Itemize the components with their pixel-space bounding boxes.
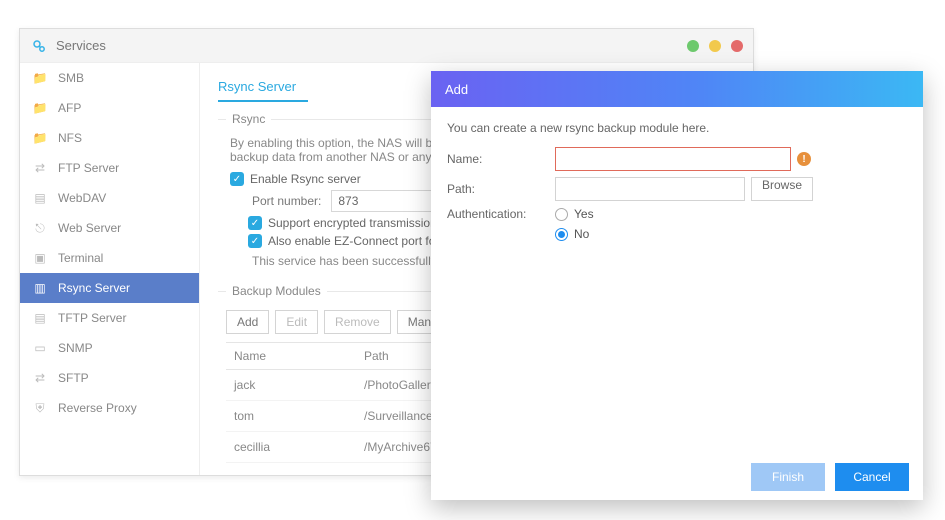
- close-button[interactable]: [731, 40, 743, 52]
- drive-icon: ▤: [30, 190, 50, 206]
- sidebar-item-snmp[interactable]: ▭ SNMP: [20, 333, 199, 363]
- sidebar-item-sftp[interactable]: ⇄ SFTP: [20, 363, 199, 393]
- web-icon: ⎋: [30, 220, 50, 236]
- modules-legend: Backup Modules: [226, 284, 327, 298]
- minimize-button[interactable]: [687, 40, 699, 52]
- add-button[interactable]: Add: [226, 310, 269, 334]
- name-input[interactable]: [555, 147, 791, 171]
- radio-icon: [555, 208, 568, 221]
- sidebar-item-label: SNMP: [58, 341, 93, 355]
- titlebar: Services: [20, 29, 753, 63]
- sidebar-item-terminal[interactable]: ▣ Terminal: [20, 243, 199, 273]
- radio-icon: [555, 228, 568, 241]
- browse-button[interactable]: Browse: [751, 177, 813, 201]
- enable-rsync-checkbox[interactable]: ✓: [230, 172, 244, 186]
- auth-no-label: No: [574, 227, 589, 241]
- enable-rsync-label: Enable Rsync server: [250, 172, 361, 186]
- cancel-button[interactable]: Cancel: [835, 463, 909, 491]
- window-controls: [687, 40, 743, 52]
- folder-icon: 📁: [30, 130, 50, 146]
- port-value: 873: [338, 194, 358, 208]
- sidebar-item-webserver[interactable]: ⎋ Web Server: [20, 213, 199, 243]
- finish-button[interactable]: Finish: [751, 463, 825, 491]
- edit-button[interactable]: Edit: [275, 310, 318, 334]
- transfer-icon: ⇄: [30, 160, 50, 176]
- folder-icon: 📁: [30, 70, 50, 86]
- dialog-intro: You can create a new rsync backup module…: [447, 121, 907, 135]
- transfer-icon: ⇄: [30, 370, 50, 386]
- name-label: Name:: [447, 152, 555, 166]
- sidebar-item-label: FTP Server: [58, 161, 119, 175]
- terminal-icon: ▣: [30, 250, 50, 266]
- sidebar-item-afp[interactable]: 📁 AFP: [20, 93, 199, 123]
- dialog-title: Add: [431, 71, 923, 107]
- sidebar-item-label: SMB: [58, 71, 84, 85]
- remove-button[interactable]: Remove: [324, 310, 391, 334]
- auth-label: Authentication:: [447, 207, 555, 221]
- folder-icon: 📁: [30, 100, 50, 116]
- window-title: Services: [56, 38, 106, 53]
- monitor-icon: ▭: [30, 340, 50, 356]
- sidebar-item-ftp[interactable]: ⇄ FTP Server: [20, 153, 199, 183]
- sidebar-item-label: Terminal: [58, 251, 103, 265]
- rsync-legend: Rsync: [226, 112, 271, 126]
- sidebar-item-label: Rsync Server: [58, 281, 130, 295]
- sidebar-item-tftp[interactable]: ▤ TFTP Server: [20, 303, 199, 333]
- path-label: Path:: [447, 182, 555, 196]
- sidebar-item-label: Reverse Proxy: [58, 401, 137, 415]
- add-module-dialog: Add You can create a new rsync backup mo…: [431, 71, 923, 500]
- rsync-icon: ▥: [30, 280, 50, 296]
- sidebar-item-label: SFTP: [58, 371, 89, 385]
- ezconnect-checkbox[interactable]: ✓: [248, 234, 262, 248]
- ssh-checkbox[interactable]: ✓: [248, 216, 262, 230]
- warning-icon: !: [797, 152, 811, 166]
- sidebar-item-nfs[interactable]: 📁 NFS: [20, 123, 199, 153]
- sidebar-item-reverseproxy[interactable]: ⛨ Reverse Proxy: [20, 393, 199, 423]
- shield-icon: ⛨: [30, 400, 50, 416]
- auth-yes-label: Yes: [574, 207, 594, 221]
- auth-no-option[interactable]: No: [555, 227, 594, 241]
- sidebar-item-smb[interactable]: 📁 SMB: [20, 63, 199, 93]
- sidebar-item-webdav[interactable]: ▤ WebDAV: [20, 183, 199, 213]
- services-icon: [30, 37, 48, 55]
- drive-icon: ▤: [30, 310, 50, 326]
- sidebar: 📁 SMB 📁 AFP 📁 NFS ⇄ FTP Server ▤ WebDAV ⎋ Web …: [20, 63, 200, 475]
- auth-yes-option[interactable]: Yes: [555, 207, 594, 221]
- path-input[interactable]: [555, 177, 745, 201]
- col-name[interactable]: Name: [226, 343, 356, 370]
- sidebar-item-label: Web Server: [58, 221, 121, 235]
- sidebar-item-label: TFTP Server: [58, 311, 126, 325]
- port-label: Port number:: [252, 194, 321, 208]
- sidebar-item-label: NFS: [58, 131, 82, 145]
- tab-rsync-server[interactable]: Rsync Server: [218, 75, 308, 102]
- maximize-button[interactable]: [709, 40, 721, 52]
- sidebar-item-label: AFP: [58, 101, 81, 115]
- sidebar-item-rsync[interactable]: ▥ Rsync Server: [20, 273, 199, 303]
- sidebar-item-label: WebDAV: [58, 191, 106, 205]
